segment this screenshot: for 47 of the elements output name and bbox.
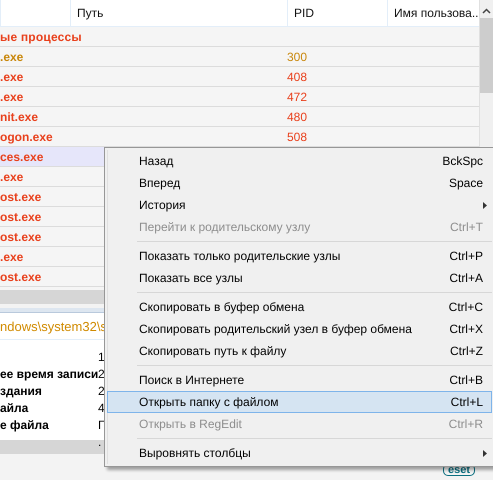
menu-item[interactable]: Вперед Space: [107, 172, 492, 194]
scroll-up-icon[interactable]: [482, 8, 491, 14]
menu-item[interactable]: Скопировать родительский узел в буфер обмена Ctrl+X: [107, 318, 492, 340]
file-path: ndows\system32\s: [0, 318, 107, 334]
pid-cell: 300: [287, 50, 308, 64]
process-name: ogon.exe: [0, 130, 53, 144]
detail-value: 1: [98, 350, 105, 364]
menu-item[interactable]: Поиск в Интернете Ctrl+B: [107, 369, 492, 391]
detail-label: здания: [0, 384, 42, 398]
pid-cell: 480: [287, 110, 308, 124]
menu-item[interactable]: Показать все узлы Ctrl+A: [107, 267, 492, 289]
detail-value: 4: [98, 400, 105, 414]
menu-item[interactable]: Показать только родительские узлы Ctrl+P: [107, 245, 492, 267]
detail-value: 2: [98, 366, 105, 380]
process-name: ost.exe: [0, 230, 42, 244]
column-header[interactable]: PID: [294, 6, 314, 20]
process-name: .exe: [0, 170, 24, 184]
pid-cell: 408: [287, 70, 308, 84]
pid-cell: 472: [287, 90, 308, 104]
process-name: nit.exe: [0, 110, 38, 124]
detail-value: .: [98, 434, 102, 448]
submenu-arrow-icon: [483, 202, 487, 208]
menu-item[interactable]: Открыть папку с файлом Ctrl+L: [107, 391, 492, 413]
column-header[interactable]: Путь: [77, 6, 104, 20]
submenu-arrow-icon: [483, 450, 487, 456]
process-name: .exe: [0, 70, 24, 84]
menu-item[interactable]: Выровнять столбцы: [107, 442, 492, 464]
process-name: .exe: [0, 50, 24, 64]
column-header[interactable]: Имя пользова..: [394, 6, 478, 20]
process-name: .exe: [0, 90, 24, 104]
process-name: ost.exe: [0, 210, 42, 224]
detail-value: Г: [98, 418, 104, 432]
detail-label: ее время записи: [0, 366, 98, 380]
menu-item[interactable]: Назад BckSpc: [107, 150, 492, 172]
scrollbar-thumb[interactable]: [480, 18, 493, 93]
pid-cell: 508: [287, 130, 308, 144]
process-name: .exe: [0, 250, 24, 264]
menu-item[interactable]: Скопировать в буфер обмена Ctrl+C: [107, 296, 492, 318]
detail-label: е файла: [0, 418, 49, 432]
group-label: ые процессы: [0, 30, 82, 44]
menu-item[interactable]: История: [107, 194, 492, 216]
process-name: ces.exe: [0, 150, 44, 164]
process-name: ost.exe: [0, 270, 42, 284]
menu-item[interactable]: Скопировать путь к файлу Ctrl+Z: [107, 340, 492, 362]
detail-value: 2: [98, 384, 105, 398]
process-name: ost.exe: [0, 190, 42, 204]
detail-label: айла: [0, 400, 28, 414]
